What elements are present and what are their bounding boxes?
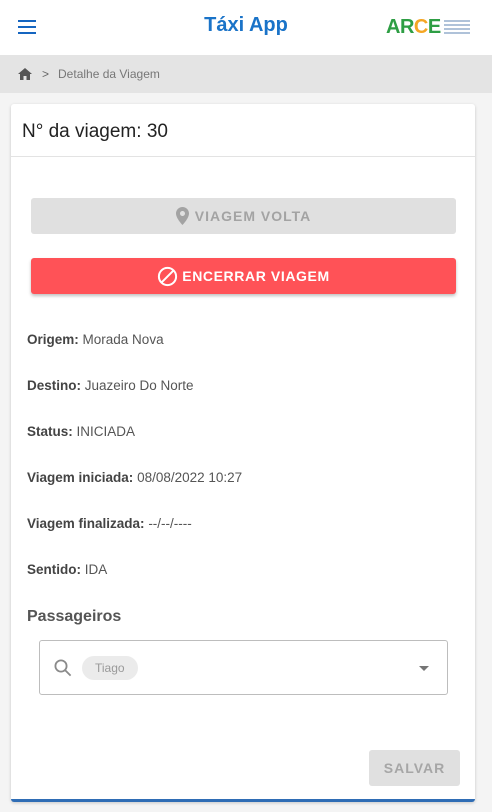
save-button[interactable]: SALVAR: [369, 750, 460, 786]
return-trip-label: VIAGEM VOLTA: [194, 208, 312, 224]
block-icon: [158, 266, 178, 286]
end-trip-label: ENCERRAR VIAGEM: [182, 268, 330, 284]
passenger-select[interactable]: Tiago: [39, 640, 448, 695]
trip-started-row: Viagem iniciada: 08/08/2022 10:27: [27, 470, 243, 485]
status-row: Status: INICIADA: [27, 424, 136, 439]
trip-detail-card: N° da viagem: 30 VIAGEM VOLTA ENCERRAR V…: [11, 104, 475, 802]
breadcrumb-separator: >: [42, 67, 50, 81]
passenger-chip[interactable]: Tiago: [82, 655, 138, 680]
direction-row: Sentido: IDA: [27, 562, 108, 577]
arce-logo: ARCE: [386, 14, 478, 40]
return-trip-button[interactable]: VIAGEM VOLTA: [31, 198, 456, 234]
search-icon: [54, 659, 72, 676]
location-pin-icon: [175, 207, 189, 225]
home-icon[interactable]: [18, 68, 32, 80]
trip-finished-row: Viagem finalizada: --/--/----: [27, 516, 192, 531]
destination-row: Destino: Juazeiro Do Norte: [27, 378, 194, 393]
dropdown-arrow-icon[interactable]: [419, 666, 429, 671]
breadcrumb: > Detalhe da Viagem: [0, 55, 492, 93]
breadcrumb-current: Detalhe da Viagem: [58, 67, 160, 81]
origin-row: Origem: Morada Nova: [27, 332, 164, 347]
app-header: Táxi App ARCE: [0, 0, 492, 55]
passengers-title: Passageiros: [27, 608, 122, 625]
end-trip-button[interactable]: ENCERRAR VIAGEM: [31, 258, 456, 294]
trip-number-title: N° da viagem: 30: [11, 104, 475, 157]
